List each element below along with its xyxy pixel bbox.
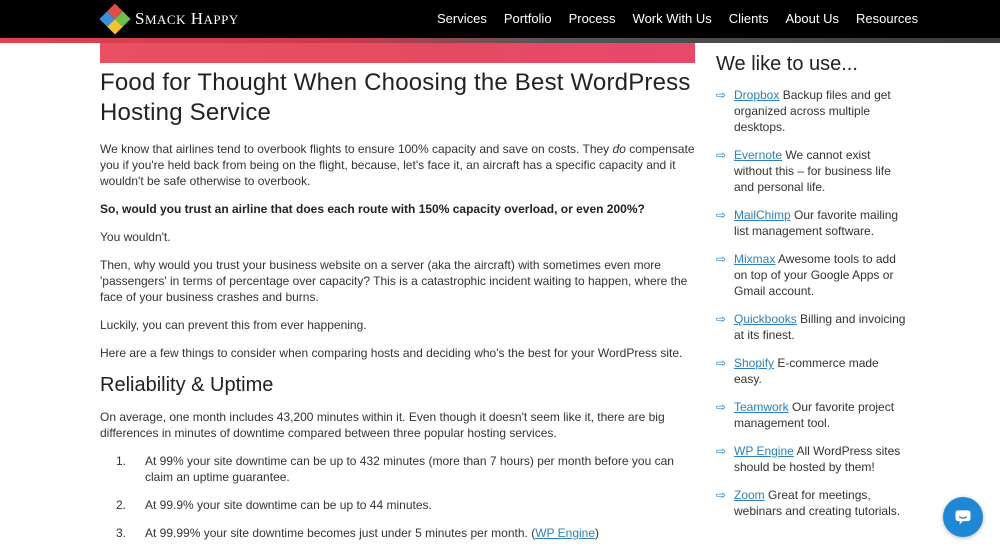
section-heading-reliability: Reliability & Uptime <box>100 374 274 396</box>
list-text: At 99% your site downtime can be up to 4… <box>145 454 674 484</box>
article-paragraph: Luckily, you can prevent this from ever … <box>100 318 367 332</box>
tool-text: Evernote We cannot exist without this – … <box>734 147 906 195</box>
arrow-right-icon: ⇨ <box>716 356 727 370</box>
sidebar-tools: We like to use... ⇨ Dropbox Backup files … <box>716 52 906 531</box>
tool-link[interactable]: Mixmax <box>734 252 775 266</box>
tool-item-dropbox: ⇨ Dropbox Backup files and get organized … <box>716 87 906 135</box>
list-text: At 99.99% your site downtime becomes jus… <box>145 526 536 540</box>
logo-link[interactable]: SMACK HAPPY <box>99 3 239 35</box>
arrow-right-icon: ⇨ <box>716 444 727 458</box>
article-question: So, would you trust an airline that does… <box>100 202 645 216</box>
nav-about-us[interactable]: About Us <box>786 11 839 26</box>
tool-text: Teamwork Our favorite project management… <box>734 399 906 431</box>
list-number: 2. <box>116 498 127 512</box>
article-paragraph: On average, one month includes 43,200 mi… <box>100 410 665 440</box>
arrow-right-icon: ⇨ <box>716 148 727 162</box>
nav-resources[interactable]: Resources <box>856 11 918 26</box>
tool-item-teamwork: ⇨ Teamwork Our favorite project managemen… <box>716 399 906 431</box>
article-paragraph: Then, why would you trust your business … <box>100 258 688 304</box>
chat-button[interactable] <box>943 497 983 537</box>
tool-link[interactable]: MailChimp <box>734 208 791 222</box>
tool-item-zoom: ⇨ Zoom Great for meetings, webinars and c… <box>716 487 906 519</box>
featured-image-band <box>100 43 695 63</box>
nav-process[interactable]: Process <box>569 11 616 26</box>
tool-text: Quickbooks Billing and invoicing at its … <box>734 311 906 343</box>
tool-item-evernote: ⇨ Evernote We cannot exist without this –… <box>716 147 906 195</box>
nav-work-with-us[interactable]: Work With Us <box>633 11 712 26</box>
tool-text: WP Engine All WordPress sites should be … <box>734 443 906 475</box>
arrow-right-icon: ⇨ <box>716 400 727 414</box>
wp-engine-link[interactable]: WP Engine <box>535 526 595 540</box>
article-title: Food for Thought When Choosing the Best … <box>100 69 691 126</box>
uptime-list: 1. At 99% your site downtime can be up t… <box>116 453 696 541</box>
nav-services[interactable]: Services <box>437 11 487 26</box>
tool-item-mixmax: ⇨ Mixmax Awesome tools to add on top of y… <box>716 251 906 299</box>
main-nav: Services Portfolio Process Work With Us … <box>437 11 918 26</box>
paragraph-text: We know that airlines tend to overbook f… <box>100 142 613 156</box>
tool-list: ⇨ Dropbox Backup files and get organized … <box>716 87 906 519</box>
list-text: ) <box>595 526 600 540</box>
tool-item-shopify: ⇨ Shopify E-commerce made easy. <box>716 355 906 387</box>
list-item: 3. At 99.99% your site downtime becomes … <box>116 525 696 541</box>
arrow-right-icon: ⇨ <box>716 88 727 102</box>
list-number: 1. <box>116 454 127 468</box>
tool-item-mailchimp: ⇨ MailChimp Our favorite mailing list man… <box>716 207 906 239</box>
tool-link[interactable]: Quickbooks <box>734 312 797 326</box>
tool-link[interactable]: Zoom <box>734 488 765 502</box>
nav-clients[interactable]: Clients <box>729 11 769 26</box>
tool-link[interactable]: Evernote <box>734 148 782 162</box>
sidebar-title: We like to use... <box>716 53 858 75</box>
tool-text: Dropbox Backup files and get organized a… <box>734 87 906 135</box>
logo-icon <box>99 3 131 35</box>
article-content: Food for Thought When Choosing the Best … <box>100 68 696 553</box>
list-number: 3. <box>116 526 127 540</box>
tool-text: MailChimp Our favorite mailing list mana… <box>734 207 906 239</box>
list-item: 2. At 99.9% your site downtime can be up… <box>116 497 696 513</box>
arrow-right-icon: ⇨ <box>716 252 727 266</box>
tool-item-wp-engine: ⇨ WP Engine All WordPress sites should be… <box>716 443 906 475</box>
article-paragraph: Here are a few things to consider when c… <box>100 346 683 360</box>
top-navigation-bar: SMACK HAPPY Services Portfolio Process W… <box>0 0 1000 38</box>
emphasis-text: do <box>612 142 626 156</box>
arrow-right-icon: ⇨ <box>716 312 727 326</box>
tool-item-quickbooks: ⇨ Quickbooks Billing and invoicing at its… <box>716 311 906 343</box>
chat-bubble-icon <box>955 510 971 525</box>
tool-text: Shopify E-commerce made easy. <box>734 355 906 387</box>
arrow-right-icon: ⇨ <box>716 488 727 502</box>
list-text-container: At 99.99% your site downtime becomes jus… <box>145 525 599 541</box>
list-item: 1. At 99% your site downtime can be up t… <box>116 453 696 485</box>
list-text: At 99.9% your site downtime can be up to… <box>145 498 432 512</box>
tool-text: Zoom Great for meetings, webinars and cr… <box>734 487 906 519</box>
tool-link[interactable]: Shopify <box>734 356 774 370</box>
tool-text: Mixmax Awesome tools to add on top of yo… <box>734 251 906 299</box>
logo-text: SMACK HAPPY <box>135 9 239 28</box>
tool-link[interactable]: WP Engine <box>734 444 794 458</box>
article-paragraph: We know that airlines tend to overbook f… <box>100 141 696 189</box>
article-paragraph: You wouldn't. <box>100 230 171 244</box>
tool-link[interactable]: Dropbox <box>734 88 779 102</box>
arrow-right-icon: ⇨ <box>716 208 727 222</box>
tool-link[interactable]: Teamwork <box>734 400 789 414</box>
nav-portfolio[interactable]: Portfolio <box>504 11 552 26</box>
